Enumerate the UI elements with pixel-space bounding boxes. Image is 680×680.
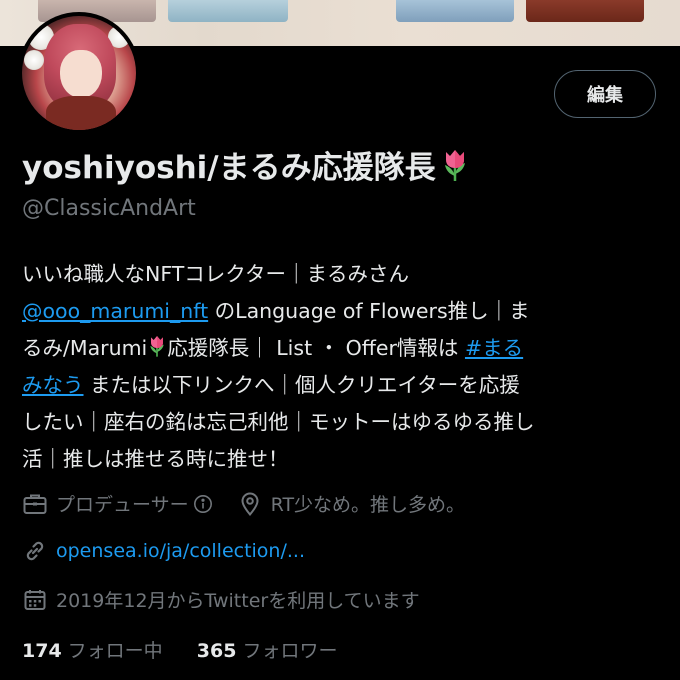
profile-joined-row: 2019年12月からTwitterを利用しています xyxy=(22,586,420,613)
following-link[interactable]: 174 フォロー中 xyxy=(22,640,163,662)
bio-text: または以下リンクへ｜個人クリエイターを応援 xyxy=(83,373,520,397)
joined-date: 2019年12月からTwitterを利用しています xyxy=(56,590,420,612)
bio-line: したい｜座右の銘は忘己利他｜モットーはゆるゆる推し xyxy=(22,410,535,434)
display-name-text: yoshiyoshi/まるみ応援隊長 xyxy=(22,150,436,186)
link-icon xyxy=(22,538,48,564)
followers-link[interactable]: 365 フォロワー xyxy=(197,640,338,662)
banner-artwork xyxy=(526,0,644,22)
tulip-emoji xyxy=(440,148,470,182)
profile-bio: いいね職人なNFTコレクター｜まるみさん @ooo_marumi_nft のLa… xyxy=(22,256,652,478)
bio-line: @ooo_marumi_nft のLanguage of Flowers推し｜ま xyxy=(22,293,652,330)
banner-artwork xyxy=(168,0,288,22)
followers-label: フォロワー xyxy=(242,640,338,662)
bio-line: るみ/Marumi 応援隊長｜ List ・ Offer情報は #まる xyxy=(22,330,652,367)
professional-category: プロデューサー xyxy=(22,490,213,517)
info-icon[interactable] xyxy=(193,494,213,514)
calendar-icon xyxy=(22,587,48,613)
website-link[interactable]: opensea.io/ja/collection/... xyxy=(56,540,305,562)
hashtag-link[interactable]: #まる xyxy=(465,336,523,360)
avatar-image xyxy=(22,16,136,130)
location-pin-icon xyxy=(237,491,263,517)
bio-line: いいね職人なNFTコレクター｜まるみさん xyxy=(22,262,409,286)
bio-text: るみ/Marumi xyxy=(22,336,148,360)
mention-link[interactable]: @ooo_marumi_nft xyxy=(22,299,208,323)
bio-text: 応援隊長｜ List ・ Offer情報は xyxy=(167,336,465,360)
tulip-emoji xyxy=(147,333,167,357)
display-name: yoshiyoshi/まるみ応援隊長 xyxy=(22,142,470,187)
banner-artwork xyxy=(396,0,514,22)
hashtag-link[interactable]: みなう xyxy=(22,373,84,397)
location-text: RT少なめ。推し多め。 xyxy=(270,494,466,516)
briefcase-icon xyxy=(22,491,48,517)
bio-text: のLanguage of Flowers推し｜ま xyxy=(208,299,530,323)
bio-line: みなう または以下リンクへ｜個人クリエイターを応援 xyxy=(22,367,652,404)
avatar[interactable] xyxy=(18,12,140,134)
location: RT少なめ。推し多め。 xyxy=(237,490,465,517)
username-handle: @ClassicAndArt xyxy=(22,196,196,221)
following-label: フォロー中 xyxy=(67,640,163,662)
followers-count: 365 xyxy=(196,640,237,662)
category-label: プロデューサー xyxy=(56,494,189,516)
follow-counts: 174 フォロー中 365 フォロワー xyxy=(22,636,337,663)
profile-meta-row: プロデューサー RT少なめ。推し多め。 xyxy=(22,490,465,517)
bio-line: 活｜推しは推せる時に推せ！ xyxy=(22,447,289,471)
edit-profile-button[interactable]: 編集 xyxy=(554,70,656,118)
profile-website-row: opensea.io/ja/collection/... xyxy=(22,538,305,564)
following-count: 174 xyxy=(22,640,62,662)
